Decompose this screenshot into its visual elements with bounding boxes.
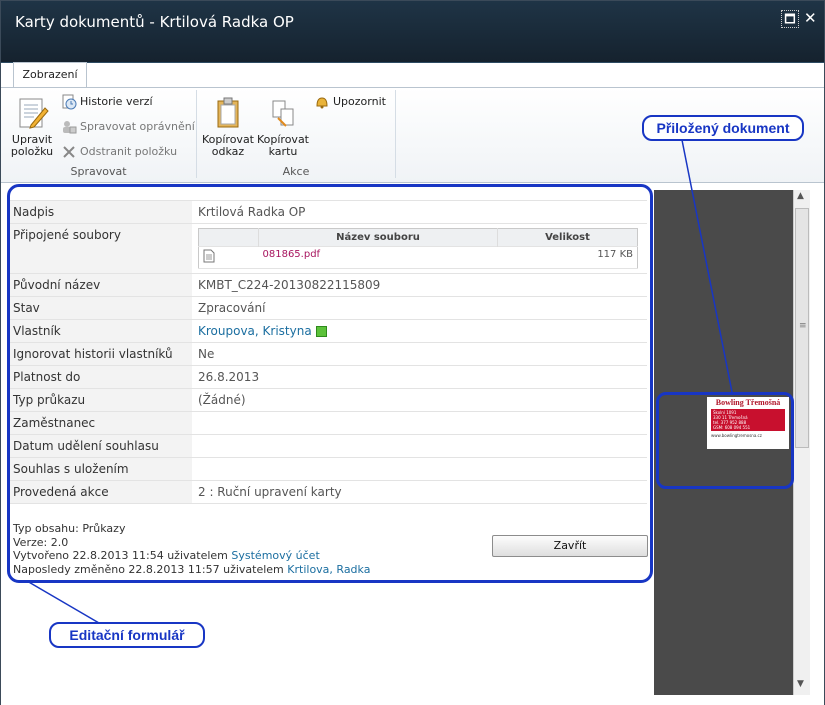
callout-lines: [26, 139, 733, 624]
dialog-window: Karty dokumentů - Krtilová Radka OP 🗖 ✕ …: [0, 0, 825, 705]
callout-edit-form: Editační formulář: [49, 622, 205, 648]
callout-line-form: [26, 580, 100, 624]
callout-attached-document: Přiložený dokument: [642, 115, 804, 141]
callout-line-attached: [681, 139, 733, 393]
